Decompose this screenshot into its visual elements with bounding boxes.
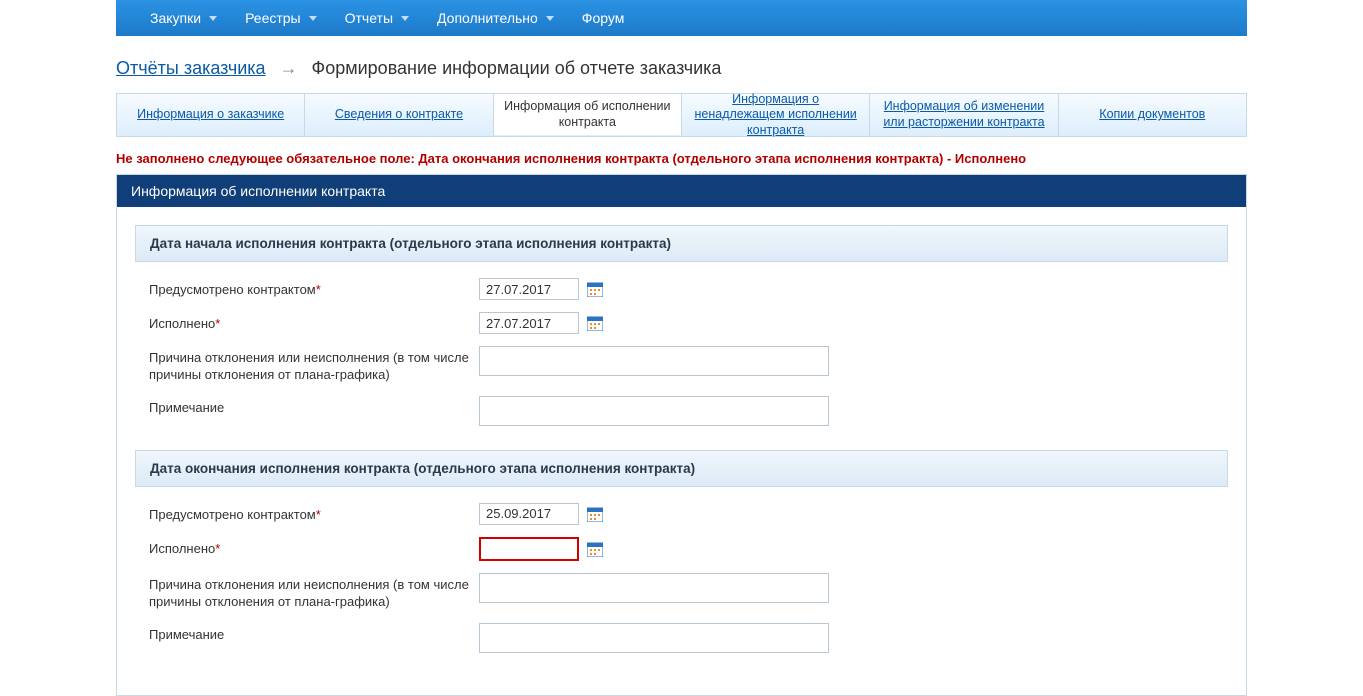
chevron-down-icon bbox=[209, 16, 217, 21]
tab-improper-execution[interactable]: Информация о ненадлежащем исполнении кон… bbox=[682, 94, 870, 136]
nav-zakupki[interactable]: Закупки bbox=[136, 0, 231, 36]
section-end-date: Дата окончания исполнения контракта (отд… bbox=[135, 450, 1228, 487]
label-start-contract: Предусмотрено контрактом* bbox=[149, 278, 479, 299]
input-start-contract-date[interactable] bbox=[479, 278, 579, 300]
chevron-down-icon bbox=[546, 16, 554, 21]
row-start-done: Исполнено* bbox=[135, 306, 1228, 340]
row-start-contract: Предусмотрено контрактом* bbox=[135, 272, 1228, 306]
validation-error: Не заполнено следующее обязательное поле… bbox=[116, 137, 1247, 174]
section-start-date: Дата начала исполнения контракта (отдель… bbox=[135, 225, 1228, 262]
nav-dopolnitelno[interactable]: Дополнительно bbox=[423, 0, 568, 36]
label-end-done: Исполнено* bbox=[149, 537, 479, 558]
breadcrumb-link[interactable]: Отчёты заказчика bbox=[116, 58, 266, 79]
chevron-down-icon bbox=[401, 16, 409, 21]
row-start-note: Примечание bbox=[135, 390, 1228, 432]
tab-execution-info[interactable]: Информация об исполнении контракта bbox=[494, 93, 682, 135]
panel: Информация об исполнении контракта Дата … bbox=[116, 174, 1247, 696]
top-nav: Закупки Реестры Отчеты Дополнительно Фор… bbox=[116, 0, 1247, 36]
nav-reestry[interactable]: Реестры bbox=[231, 0, 331, 36]
tab-documents[interactable]: Копии документов bbox=[1059, 94, 1246, 136]
panel-title: Информация об исполнении контракта bbox=[117, 175, 1246, 207]
row-end-done: Исполнено* bbox=[135, 531, 1228, 567]
calendar-icon[interactable] bbox=[587, 315, 603, 331]
breadcrumb-current: Формирование информации об отчете заказч… bbox=[312, 58, 722, 79]
chevron-down-icon bbox=[309, 16, 317, 21]
row-start-reason: Причина отклонения или неисполнения (в т… bbox=[135, 340, 1228, 390]
calendar-icon[interactable] bbox=[587, 281, 603, 297]
breadcrumb: Отчёты заказчика → Формирование информац… bbox=[116, 36, 1247, 93]
label-start-done: Исполнено* bbox=[149, 312, 479, 333]
label-end-reason: Причина отклонения или неисполнения (в т… bbox=[149, 573, 479, 611]
input-start-done-date[interactable] bbox=[479, 312, 579, 334]
nav-otchety[interactable]: Отчеты bbox=[331, 0, 423, 36]
nav-forum[interactable]: Форум bbox=[568, 0, 639, 36]
input-end-contract-date[interactable] bbox=[479, 503, 579, 525]
tab-change-termination[interactable]: Информация об изменении или расторжении … bbox=[870, 94, 1058, 136]
calendar-icon[interactable] bbox=[587, 541, 603, 557]
label-end-note: Примечание bbox=[149, 623, 479, 644]
textarea-end-reason[interactable] bbox=[479, 573, 829, 603]
label-start-note: Примечание bbox=[149, 396, 479, 417]
textarea-start-note[interactable] bbox=[479, 396, 829, 426]
input-end-done-date[interactable] bbox=[479, 537, 579, 561]
textarea-start-reason[interactable] bbox=[479, 346, 829, 376]
row-end-contract: Предусмотрено контрактом* bbox=[135, 497, 1228, 531]
row-end-reason: Причина отклонения или неисполнения (в т… bbox=[135, 567, 1228, 617]
tabs: Информация о заказчике Сведения о контра… bbox=[116, 93, 1247, 137]
tab-contract-info[interactable]: Сведения о контракте bbox=[305, 94, 493, 136]
label-end-contract: Предусмотрено контрактом* bbox=[149, 503, 479, 524]
label-start-reason: Причина отклонения или неисполнения (в т… bbox=[149, 346, 479, 384]
tab-customer-info[interactable]: Информация о заказчике bbox=[117, 94, 305, 136]
row-end-note: Примечание bbox=[135, 617, 1228, 659]
arrow-right-icon: → bbox=[280, 58, 298, 79]
calendar-icon[interactable] bbox=[587, 506, 603, 522]
textarea-end-note[interactable] bbox=[479, 623, 829, 653]
